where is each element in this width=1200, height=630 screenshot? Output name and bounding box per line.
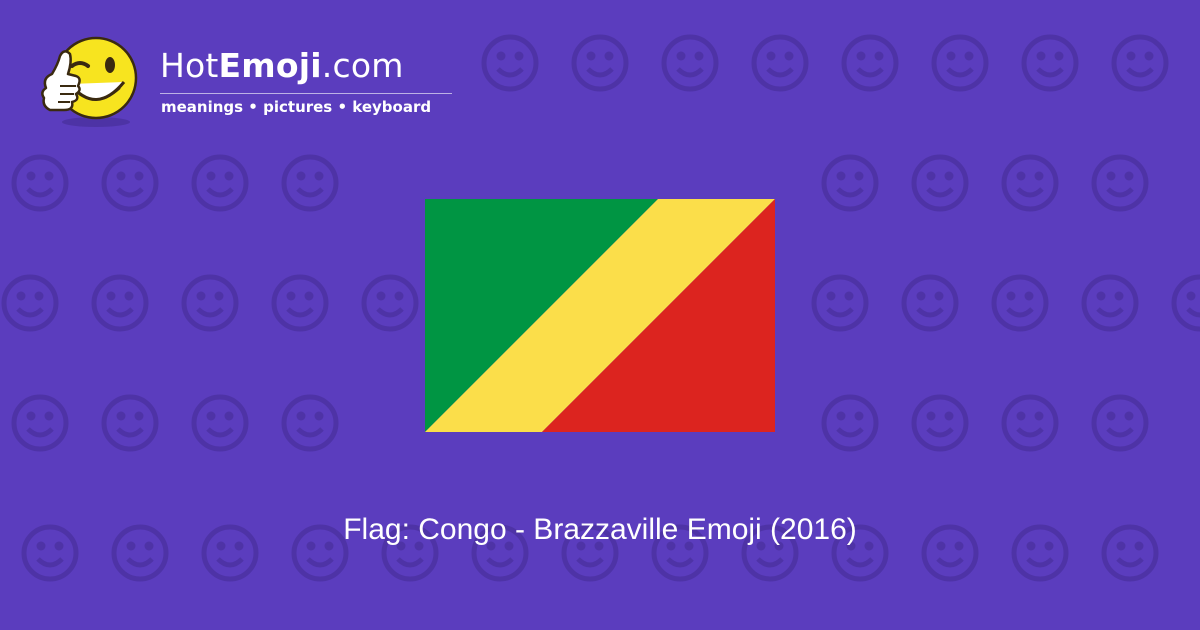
site-name-bold: Emoji <box>218 46 322 85</box>
site-name: HotEmoji.com <box>160 46 404 86</box>
site-name-prefix: Hot <box>160 46 219 85</box>
site-name-suffix: .com <box>321 46 404 85</box>
emoji-caption: Flag: Congo - Brazzaville Emoji (2016) <box>343 513 857 546</box>
logo-divider <box>160 93 452 94</box>
site-logo[interactable]: HotEmoji.com meanings • pictures • keybo… <box>38 34 478 134</box>
og-image-card: HotEmoji.com meanings • pictures • keybo… <box>0 0 1200 630</box>
winking-thumbs-up-smiley-icon <box>41 36 138 127</box>
site-tagline: meanings • pictures • keyboard <box>161 98 432 116</box>
flag-congo-brazzaville-icon <box>425 199 775 432</box>
